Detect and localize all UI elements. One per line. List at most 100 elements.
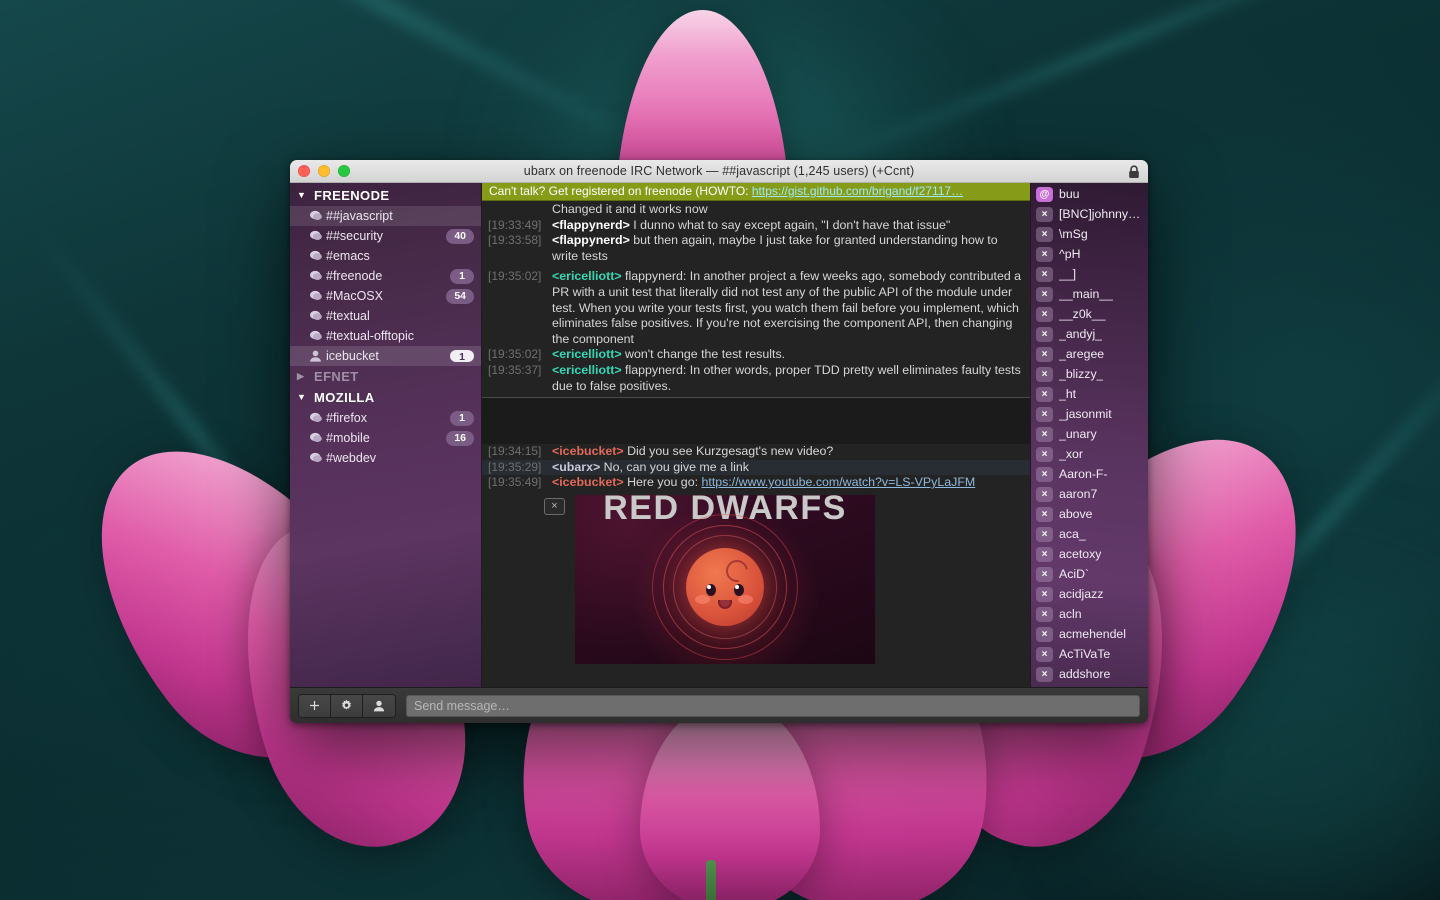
plus-icon [309,700,320,711]
message-nick[interactable]: <ericelliott> [552,363,622,377]
list-item[interactable]: ×aca_ [1031,524,1148,544]
list-item[interactable]: ×_ht [1031,384,1148,404]
message-row[interactable]: [19:34:15] <icebucket> Did you see Kurzg… [482,444,1030,460]
list-item[interactable]: ×__main__ [1031,284,1148,304]
sidebar-group-label: FREENODE [314,188,389,203]
lock-icon[interactable] [1124,162,1143,181]
list-item[interactable]: ×_unary [1031,424,1148,444]
message-nick[interactable]: <icebucket> [552,475,624,489]
server-channel-sidebar[interactable]: ▼ FREENODE ##javascript ##security 40 [290,183,482,687]
message-row[interactable]: [19:33:49] <flappynerd> I dunno what to … [482,218,1030,234]
channel-icon [309,230,326,242]
user-button[interactable] [363,695,395,717]
window-controls[interactable] [290,165,350,177]
message-nick[interactable]: <ericelliott> [552,269,622,283]
channel-icon [309,310,326,322]
user-badge-icon: × [1036,527,1053,542]
message-row[interactable]: [19:35:37] <ericelliott> flappynerd: In … [482,363,1030,394]
list-item[interactable]: ×_xor [1031,444,1148,464]
add-button[interactable] [299,695,331,717]
op-badge-icon: @ [1036,187,1053,202]
message-nick[interactable]: <flappynerd> [552,218,630,232]
message-timestamp: [19:35:29] [488,460,552,476]
sidebar-item-icebucket[interactable]: icebucket 1 [290,346,481,366]
list-item[interactable]: ×addshore [1031,664,1148,684]
sidebar-item-javascript[interactable]: ##javascript [290,206,481,226]
user-name: __main__ [1059,287,1113,301]
sidebar-group-mozilla[interactable]: ▼ MOZILLA [290,387,481,408]
message-timestamp: [19:35:02] [488,347,552,363]
message-text: <icebucket> Did you see Kurzgesagt's new… [552,444,1022,460]
user-name: _blizzy_ [1059,367,1103,381]
topic-link[interactable]: https://gist.github.com/brigand/f27117… [752,184,963,198]
channel-topic-bar[interactable]: Can't talk? Get registered on freenode (… [482,183,1030,201]
red-dwarf-star-thumbnail[interactable]: RED DWARFS [575,495,875,664]
message-row[interactable]: [19:33:58] <flappynerd> but then again, … [482,233,1030,264]
sidebar-item-mobile[interactable]: #mobile 16 [290,428,481,448]
message-row-own[interactable]: [19:35:29] <ubarx> No, can you give me a… [482,460,1030,476]
list-item[interactable]: ×\mSg [1031,224,1148,244]
settings-gear-button[interactable] [331,695,363,717]
sidebar-item-macosx[interactable]: #MacOSX 54 [290,286,481,306]
sidebar-item-freenode[interactable]: #freenode 1 [290,266,481,286]
user-list[interactable]: @buu ×[BNC]johnny… ×\mSg ×^pH ×__] ×__ma… [1030,183,1148,687]
message-timestamp: [19:35:37] [488,363,552,394]
list-item[interactable]: ×_jasonmit [1031,404,1148,424]
list-item[interactable]: ×acidjazz [1031,584,1148,604]
zoom-button[interactable] [338,165,350,177]
message-row[interactable]: [19:35:49] <icebucket> Here you go: http… [482,475,1030,491]
user-name: __] [1059,267,1076,281]
list-item[interactable]: ×__] [1031,264,1148,284]
message-nick[interactable]: <flappynerd> [552,233,630,247]
list-item[interactable]: @buu [1031,184,1148,204]
message-text: <flappynerd> I dunno what to say except … [552,218,1022,234]
list-item[interactable]: ×__z0k__ [1031,304,1148,324]
sidebar-item-webdev[interactable]: #webdev [290,448,481,468]
user-badge-icon: × [1036,467,1053,482]
user-name: aaron7 [1059,487,1097,501]
sidebar-group-freenode[interactable]: ▼ FREENODE [290,185,481,206]
list-item[interactable]: ×^pH [1031,244,1148,264]
list-item[interactable]: ×acetoxy [1031,544,1148,564]
message-body: No, can you give me a link [600,460,749,474]
user-badge-icon: × [1036,207,1053,222]
message-nick[interactable]: <ubarx> [552,460,600,474]
message-nick[interactable]: <icebucket> [552,444,624,458]
user-name: above [1059,507,1093,521]
list-item[interactable]: ×aaron7 [1031,484,1148,504]
message-nick[interactable]: <ericelliott> [552,347,622,361]
close-icon[interactable]: × [544,498,565,515]
list-item[interactable]: ×_andyj_ [1031,324,1148,344]
sidebar-item-emacs[interactable]: #emacs [290,246,481,266]
user-name: AcTiVaTe [1059,647,1110,661]
message-body: Here you go: [624,475,702,489]
list-item[interactable]: ×_blizzy_ [1031,364,1148,384]
sidebar-item-firefox[interactable]: #firefox 1 [290,408,481,428]
sidebar-item-textual[interactable]: #textual [290,306,481,326]
message-input[interactable]: Send message… [406,695,1140,717]
sidebar-group-efnet[interactable]: ▶ EFNET [290,366,481,387]
message-row[interactable]: [19:35:02] <ericelliott> flappynerd: In … [482,269,1030,347]
message-row[interactable]: [19:35:02] <ericelliott> won't change th… [482,347,1030,363]
youtube-link[interactable]: https://www.youtube.com/watch?v=LS-VPyLa… [701,475,975,489]
sidebar-item-label: #mobile [326,431,446,445]
list-item[interactable]: ×Aaron-F- [1031,464,1148,484]
list-item[interactable]: ×acln [1031,604,1148,624]
sidebar-item-textual-offtopic[interactable]: #textual-offtopic [290,326,481,346]
list-item[interactable]: ×_aregee [1031,344,1148,364]
user-name: \mSg [1059,227,1088,241]
sidebar-item-label: #emacs [326,249,474,263]
minimize-button[interactable] [318,165,330,177]
window-titlebar[interactable]: ubarx on freenode IRC Network — ##javasc… [290,160,1148,183]
list-item[interactable]: ×AcTiVaTe [1031,644,1148,664]
sidebar-item-label: #freenode [326,269,450,283]
message-list[interactable]: Changed it and it works now [19:33:49] <… [482,201,1030,687]
lotus-stem [706,860,716,900]
close-button[interactable] [298,165,310,177]
unread-badge: 1 [450,350,474,362]
list-item[interactable]: ×[BNC]johnny… [1031,204,1148,224]
list-item[interactable]: ×above [1031,504,1148,524]
list-item[interactable]: ×AciD` [1031,564,1148,584]
sidebar-item-security[interactable]: ##security 40 [290,226,481,246]
list-item[interactable]: ×acmehendel [1031,624,1148,644]
